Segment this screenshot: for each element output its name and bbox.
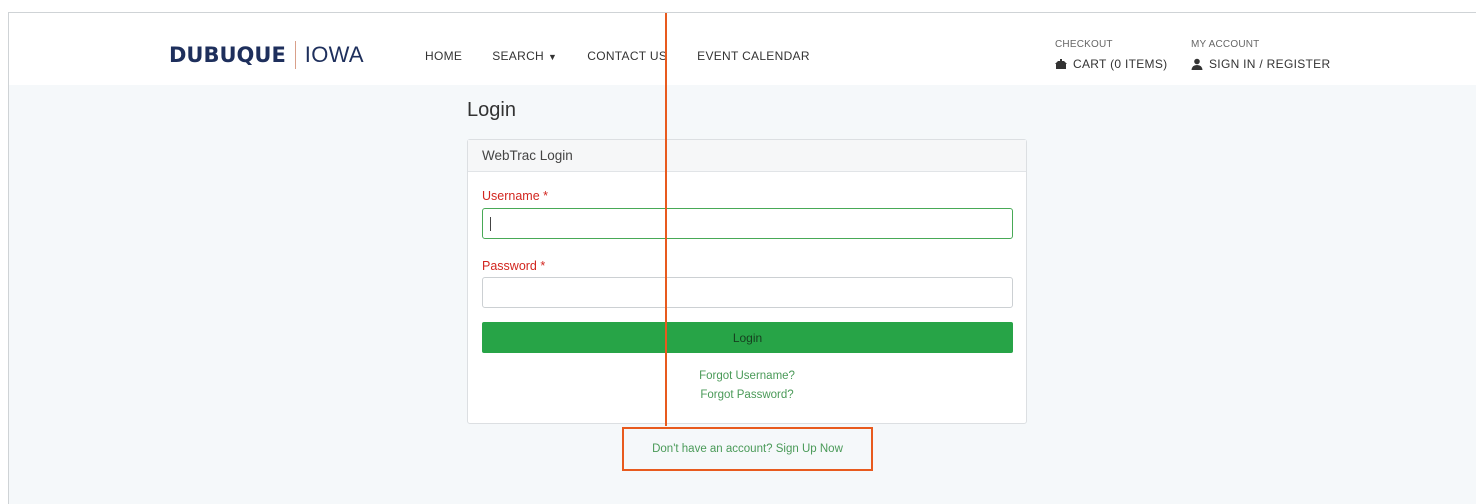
nav-contact-us[interactable]: CONTACT US: [587, 49, 667, 63]
nav-search[interactable]: SEARCH ▼: [492, 49, 557, 63]
forgot-username-link[interactable]: Forgot Username?: [468, 370, 1026, 382]
cart-label: CART (0 ITEMS): [1073, 57, 1168, 71]
page-title: Login: [467, 99, 516, 121]
site-logo[interactable]: DUBUQUE IOWA: [169, 41, 364, 69]
annotation-pointer-line: [665, 13, 667, 426]
sign-in-link[interactable]: SIGN IN / REGISTER: [1191, 57, 1330, 71]
password-label: Password *: [482, 259, 546, 273]
main-nav: HOME SEARCH ▼ CONTACT US EVENT CALENDAR: [425, 49, 840, 63]
username-label: Username *: [482, 189, 548, 203]
login-button[interactable]: Login: [482, 322, 1013, 353]
sign-in-label: SIGN IN / REGISTER: [1209, 57, 1331, 71]
nav-home[interactable]: HOME: [425, 49, 462, 63]
page-frame: DUBUQUE IOWA HOME SEARCH ▼ CONTACT US EVE…: [8, 12, 1476, 504]
nav-search-label: SEARCH: [492, 49, 545, 63]
cart-link[interactable]: CART (0 ITEMS): [1055, 57, 1167, 71]
checkout-section: CHECKOUT CART (0 ITEMS): [1055, 39, 1167, 71]
login-card-header: WebTrac Login: [468, 140, 1026, 172]
signup-link-highlight: Don't have an account? Sign Up Now: [622, 427, 873, 471]
text-cursor: [490, 217, 491, 231]
caret-down-icon: ▼: [548, 52, 558, 62]
logo-city: DUBUQUE: [169, 43, 286, 67]
forgot-password-link[interactable]: Forgot Password?: [468, 389, 1026, 401]
top-navigation-bar: DUBUQUE IOWA HOME SEARCH ▼ CONTACT US EVE…: [9, 13, 1476, 85]
signup-link[interactable]: Don't have an account? Sign Up Now: [652, 443, 843, 455]
logo-divider: [294, 41, 296, 69]
login-card: WebTrac Login Username * Password * Logi…: [467, 139, 1027, 424]
account-section: MY ACCOUNT SIGN IN / REGISTER: [1191, 39, 1330, 71]
user-icon: [1191, 58, 1203, 70]
account-heading: MY ACCOUNT: [1191, 39, 1260, 50]
cart-icon: [1055, 59, 1067, 69]
username-input[interactable]: [482, 208, 1013, 239]
nav-event-calendar[interactable]: EVENT CALENDAR: [697, 49, 810, 63]
logo-state: IOWA: [304, 42, 364, 67]
password-input[interactable]: [482, 277, 1013, 308]
checkout-heading: CHECKOUT: [1055, 39, 1113, 50]
